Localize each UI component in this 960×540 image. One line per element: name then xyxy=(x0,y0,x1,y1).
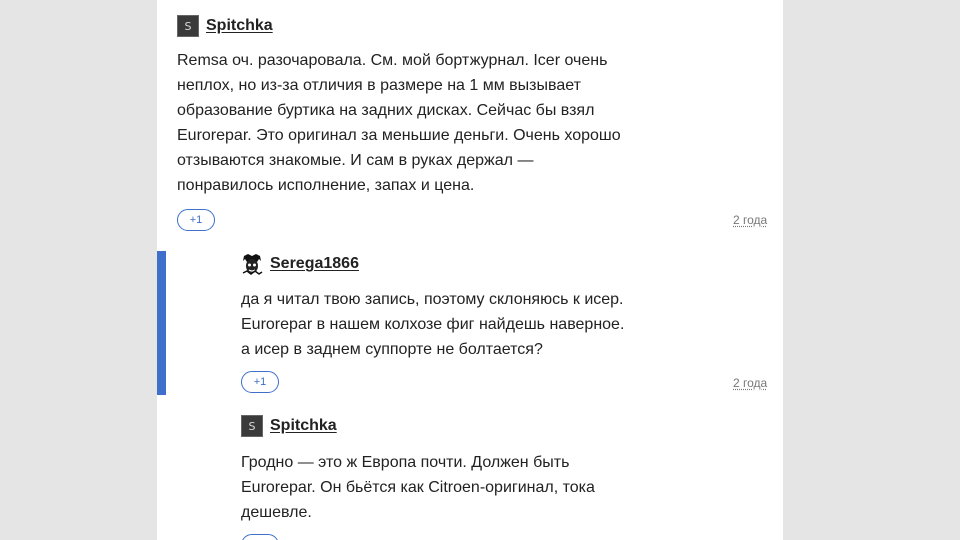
author-link[interactable]: Spitchka xyxy=(270,417,337,435)
comment-header: S Spitchka xyxy=(241,415,337,437)
comment-header: S Spitchka xyxy=(177,15,273,37)
comment-line: Eurorepar. Он бьётся как Citroen-оригина… xyxy=(241,479,595,496)
avatar[interactable]: S xyxy=(177,15,199,37)
comment-line: Remsa оч. разочаровала. См. мой бортжурн… xyxy=(177,52,608,69)
comment-line: да я читал твою запись, поэтому склоняюс… xyxy=(241,291,624,308)
timestamp-link[interactable]: 2 года xyxy=(733,376,767,390)
comment-line: а исер в заднем суппорте не болтается? xyxy=(241,341,543,358)
comment-line: отзываются знакомые. И сам в руках держа… xyxy=(177,152,534,169)
comment-line: дешевле. xyxy=(241,504,312,521)
plus-one-button[interactable] xyxy=(241,534,279,540)
comment-line: образование буртика на задних дисках. Се… xyxy=(177,102,595,119)
comment-text: да я читал твою запись, поэтому склоняюс… xyxy=(241,287,624,362)
avatar[interactable] xyxy=(241,253,263,275)
comment-line: Eurorepar. Это оригинал за меньшие деньг… xyxy=(177,127,621,144)
plus-one-button[interactable]: +1 xyxy=(241,371,279,393)
comment-line: Eurorepar в нашем колхозе фиг найдешь на… xyxy=(241,316,625,333)
timestamp-link[interactable]: 2 года xyxy=(733,213,767,227)
comments-panel: S Spitchka Remsa оч. разочаровала. См. м… xyxy=(157,0,783,540)
comment-text: Гродно — это ж Европа почти. Должен быть… xyxy=(241,450,595,525)
comment-reply: Serega1866 да я читал твою запись, поэто… xyxy=(157,240,783,400)
author-link[interactable]: Spitchka xyxy=(206,17,273,35)
plus-one-button[interactable]: +1 xyxy=(177,209,215,231)
face-icon xyxy=(241,253,263,275)
comment-reply: S Spitchka Гродно — это ж Европа почти. … xyxy=(157,400,783,540)
comment-text: Remsa оч. разочаровала. См. мой бортжурн… xyxy=(177,48,621,198)
comment-item: S Spitchka Remsa оч. разочаровала. См. м… xyxy=(157,0,783,240)
author-link[interactable]: Serega1866 xyxy=(270,255,359,273)
comment-line: Гродно — это ж Европа почти. Должен быть xyxy=(241,454,570,471)
comment-line: понравилось исполнение, запах и цена. xyxy=(177,177,475,194)
comment-line: неплох, но из-за отличия в размере на 1 … xyxy=(177,77,581,94)
comment-header: Serega1866 xyxy=(241,253,359,275)
avatar[interactable]: S xyxy=(241,415,263,437)
